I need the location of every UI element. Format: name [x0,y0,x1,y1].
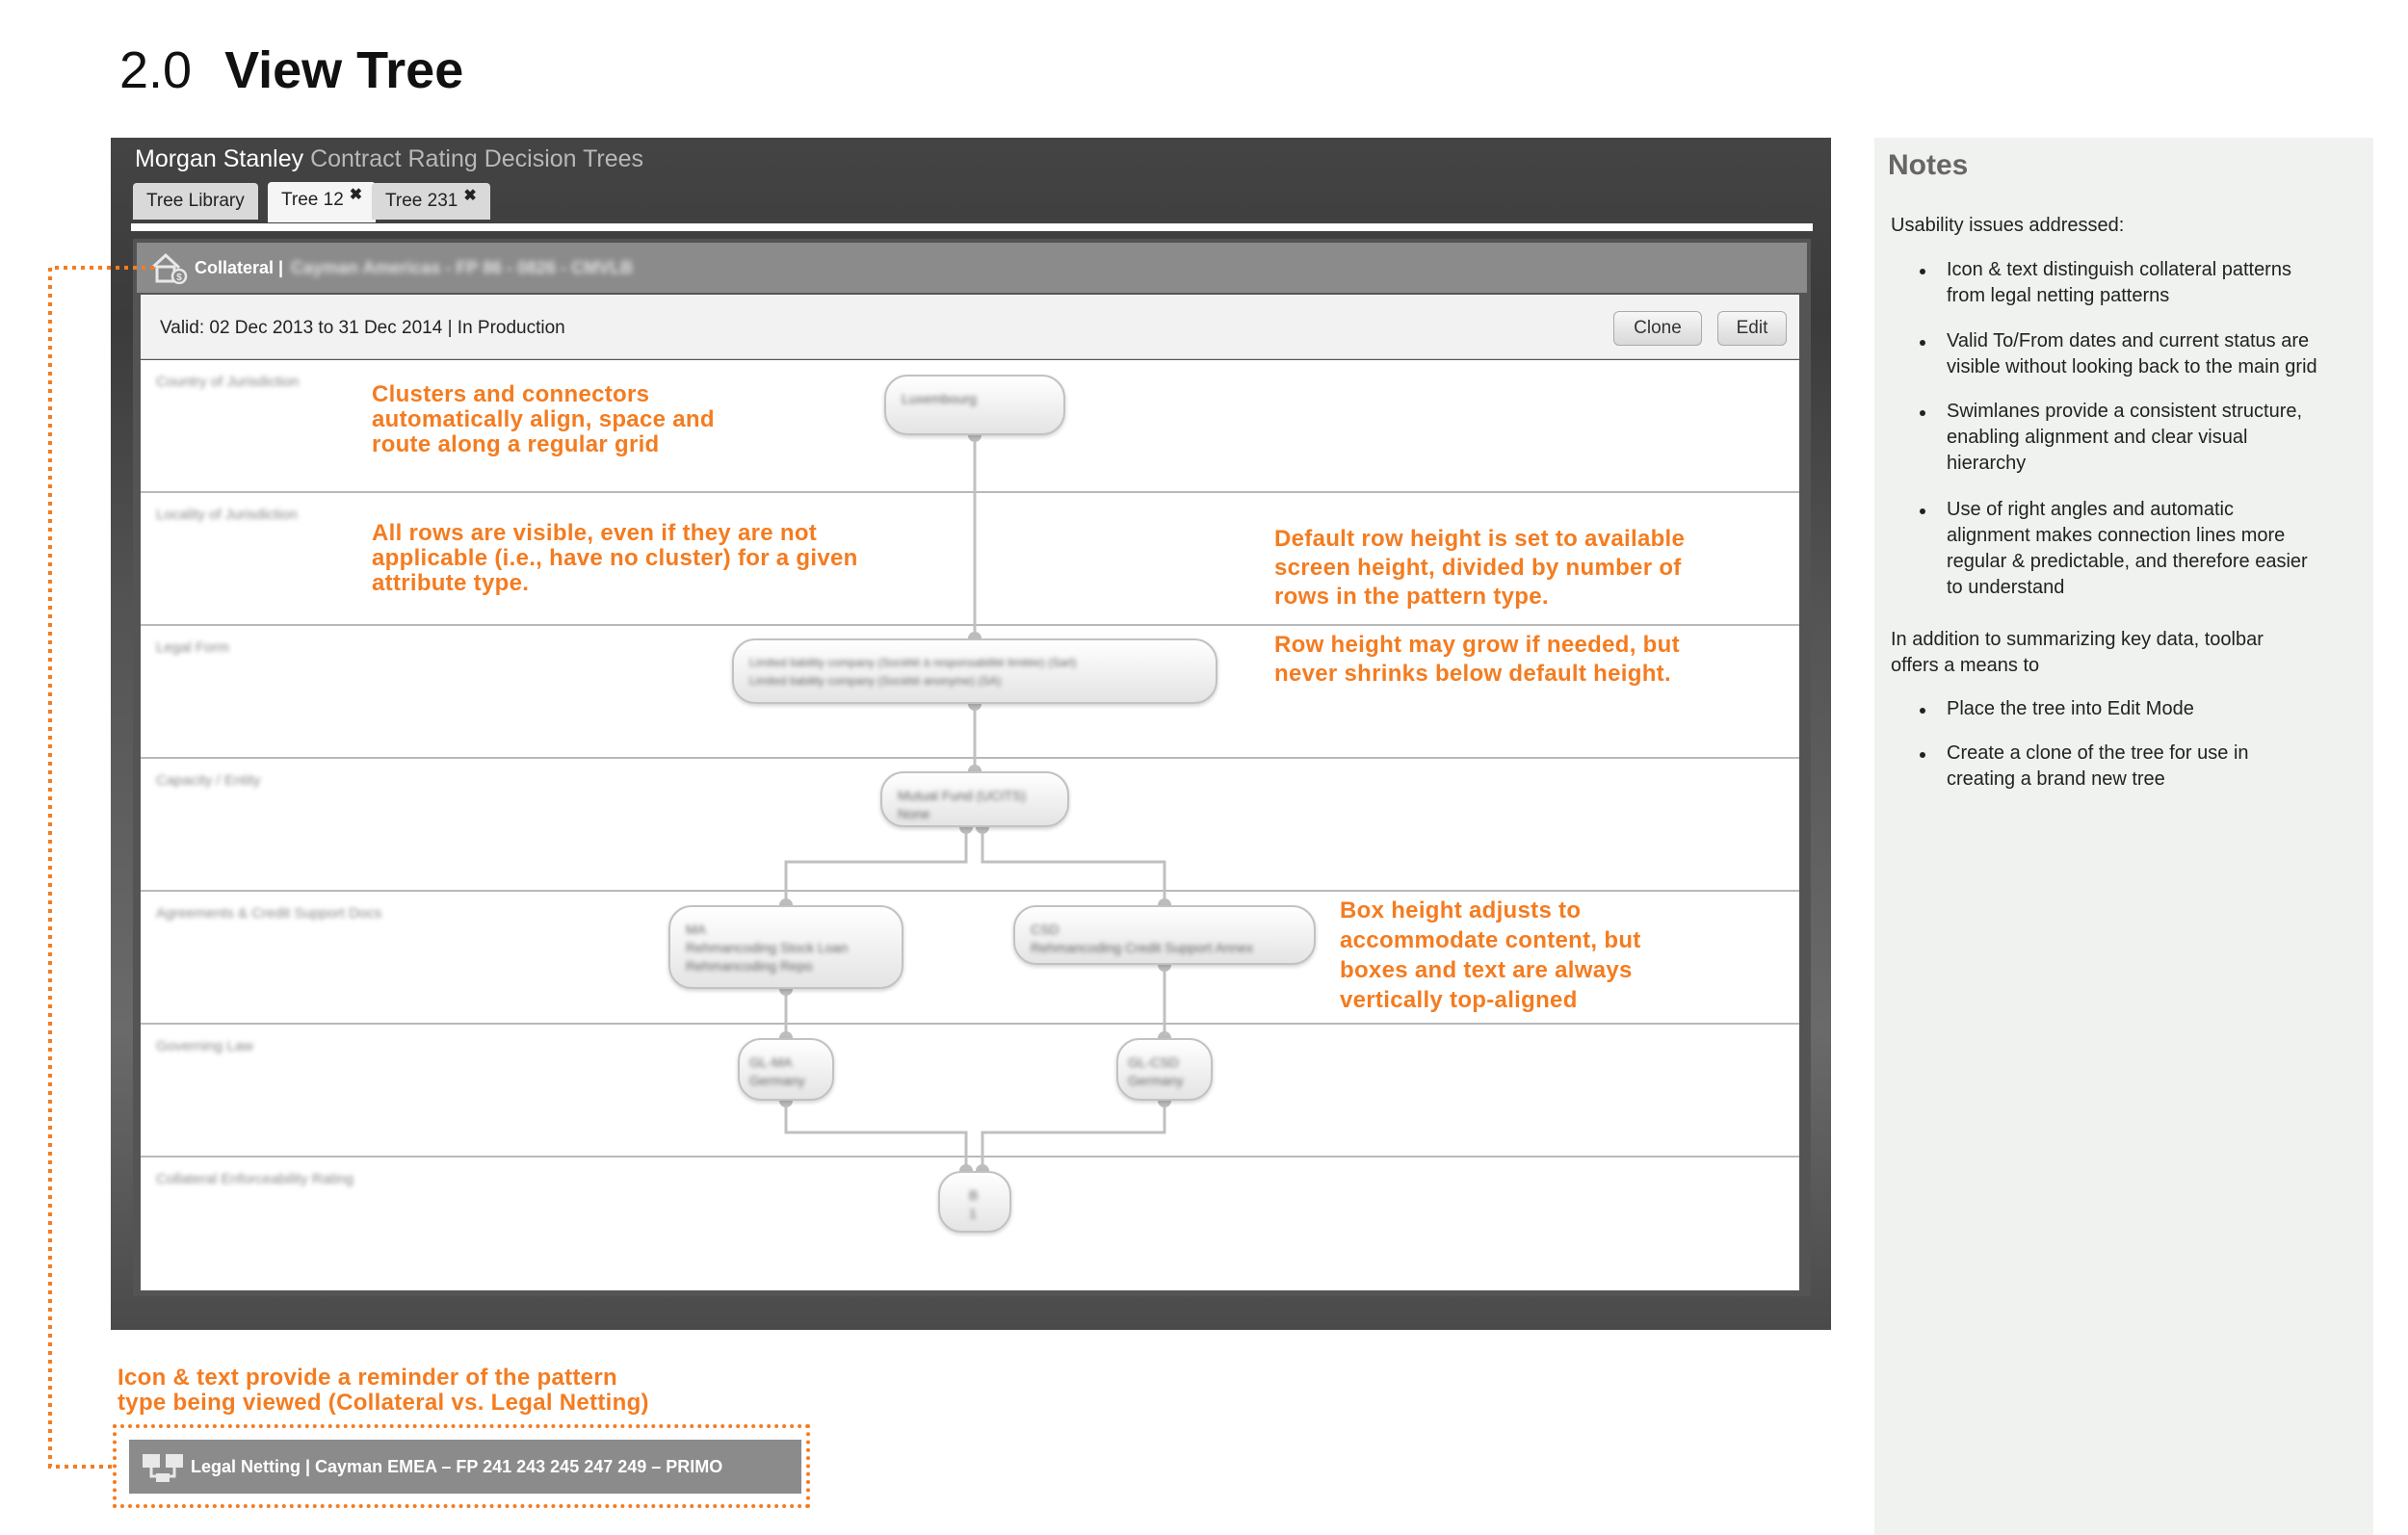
notes-line: hierarchy [1947,453,2027,474]
notes-line: Place the tree into Edit Mode [1947,698,2194,719]
notes-title: Notes [1888,149,1969,181]
notes-line: Create a clone of the tree for use in [1947,742,2249,764]
notes-line: regular & predictable, and therefore eas… [1947,551,2308,572]
notes-item: Swimlanes provide a consistent structure… [1947,399,2302,477]
notes-line: offers a means to [1891,655,2040,676]
notes-line: enabling alignment and clear visual [1947,427,2248,448]
notes-line: Use of right angles and automatic [1947,499,2234,520]
notes-line: In addition to summarizing key data, too… [1891,629,2264,650]
bullet-icon [1920,752,1925,758]
bullet-icon [1920,508,1925,514]
notes-item: Place the tree into Edit Mode [1947,696,2194,722]
callout-highlight-box [113,1424,810,1508]
annotation-line: type being viewed (Collateral vs. Legal … [118,1390,649,1416]
notes-item: Valid To/From dates and current status a… [1947,328,2317,380]
annotation-icon-reminder: Icon & text provide a reminder of the pa… [118,1366,649,1416]
notes-line: from legal netting patterns [1947,285,2170,306]
notes-toolbar-intro: In addition to summarizing key data, too… [1891,627,2264,679]
notes-line: to understand [1947,577,2065,598]
notes-item: Icon & text distinguish collateral patte… [1947,257,2291,309]
notes-line: visible without looking back to the main… [1947,356,2317,377]
bullet-icon [1920,340,1925,346]
annotation-line: Icon & text provide a reminder of the pa… [118,1365,617,1391]
notes-item: Use of right angles and automatic alignm… [1947,497,2308,601]
notes-item: Create a clone of the tree for use in cr… [1947,741,2249,793]
notes-line: Swimlanes provide a consistent structure… [1947,401,2303,422]
notes-line: Icon & text distinguish collateral patte… [1947,259,2291,280]
notes-intro: Usability issues addressed: [1891,215,2125,236]
bullet-icon [1920,269,1925,274]
bullet-icon [1920,708,1925,714]
notes-line: Valid To/From dates and current status a… [1947,330,2310,351]
notes-line: alignment makes connection lines more [1947,525,2286,546]
notes-line: creating a brand new tree [1947,768,2165,790]
bullet-icon [1920,410,1925,416]
